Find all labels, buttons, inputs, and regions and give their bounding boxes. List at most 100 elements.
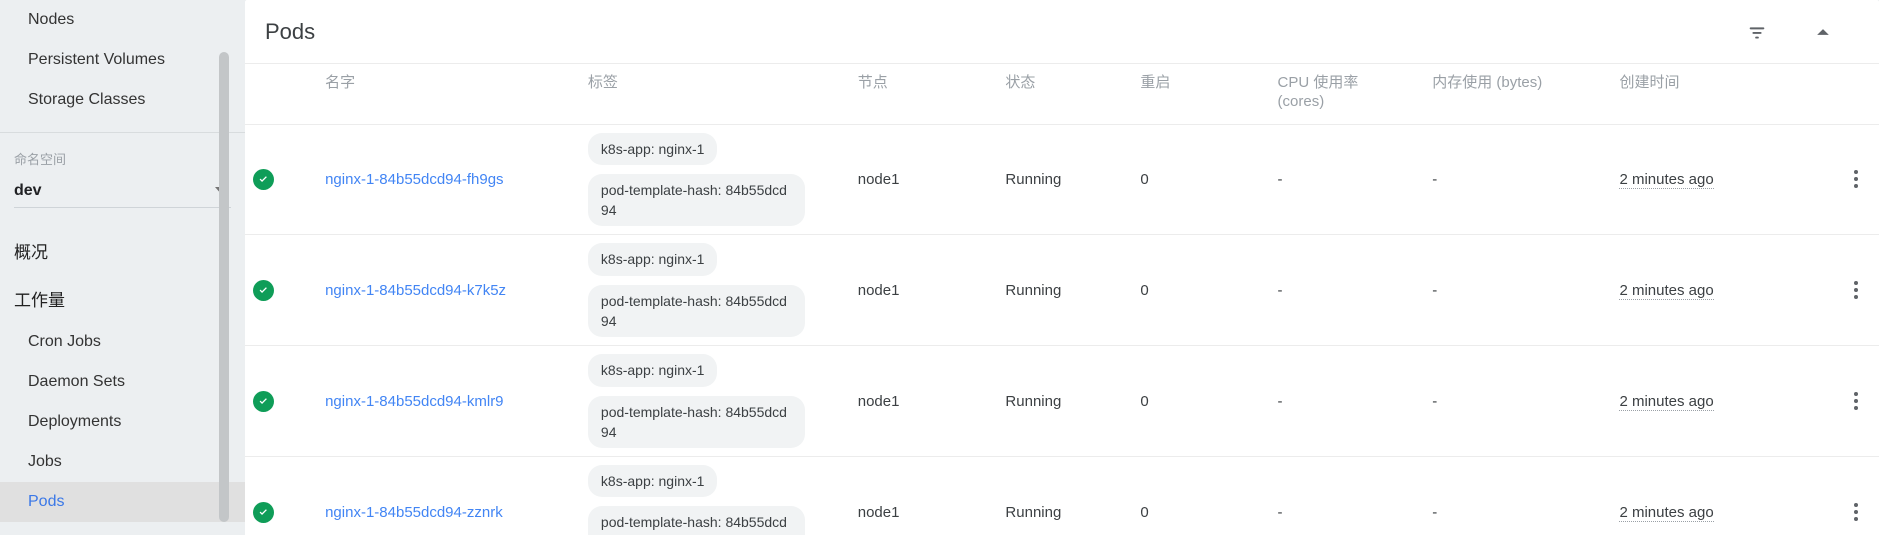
sidebar-workloads-list: Cron Jobs Daemon Sets Deployments Jobs Pods — [0, 322, 245, 522]
label-chip[interactable]: k8s-app: nginx-1 — [588, 243, 718, 275]
cell-node: node1 — [850, 457, 998, 535]
row-menu-icon[interactable] — [1841, 275, 1871, 305]
status-ok-icon — [253, 502, 274, 523]
created-timestamp[interactable]: 2 minutes ago — [1619, 282, 1713, 300]
label-chip[interactable]: pod-template-hash: 84b55dcd94 — [588, 396, 805, 449]
sidebar: Nodes Persistent Volumes Storage Classes 命… — [0, 0, 245, 535]
col-header-memory[interactable]: 内存使用 (bytes) — [1424, 64, 1611, 124]
sidebar-item-label: Deployments — [28, 413, 121, 431]
sidebar-item-jobs[interactable]: Jobs — [0, 442, 245, 482]
pod-name-link[interactable]: nginx-1-84b55dcd94-k7k5z — [325, 282, 506, 299]
cell-restarts: 0 — [1132, 457, 1269, 535]
cell-status: Running — [997, 346, 1132, 457]
cell-created: 2 minutes ago — [1611, 457, 1809, 535]
status-ok-icon — [253, 391, 274, 412]
col-header-restarts[interactable]: 重启 — [1132, 64, 1269, 124]
cell-pod-name: nginx-1-84b55dcd94-kmlr9 — [317, 346, 580, 457]
created-timestamp[interactable]: 2 minutes ago — [1619, 393, 1713, 411]
sidebar-item-nodes[interactable]: Nodes — [0, 0, 245, 40]
cell-pod-name: nginx-1-84b55dcd94-zznrk — [317, 457, 580, 535]
col-header-created[interactable]: 创建时间 — [1611, 64, 1809, 124]
status-ok-icon — [253, 280, 274, 301]
sidebar-item-label: Storage Classes — [28, 91, 145, 109]
sidebar-item-label: Jobs — [28, 453, 62, 471]
sidebar-item-pods[interactable]: Pods — [0, 482, 245, 522]
filter-list-icon[interactable] — [1741, 16, 1773, 48]
created-timestamp[interactable]: 2 minutes ago — [1619, 171, 1713, 189]
table-row[interactable]: nginx-1-84b55dcd94-kmlr9 k8s-app: nginx-1… — [245, 346, 1879, 457]
sidebar-item-storage-classes[interactable]: Storage Classes — [0, 80, 245, 120]
sidebar-item-label: Nodes — [28, 11, 74, 29]
pods-table-body: nginx-1-84b55dcd94-fh9gs k8s-app: nginx-1… — [245, 124, 1879, 535]
dot — [1854, 517, 1858, 521]
content-area: Pods — [245, 0, 1879, 535]
cell-node: node1 — [850, 346, 998, 457]
dot — [1854, 503, 1858, 507]
col-header-status-text[interactable]: 状态 — [997, 64, 1132, 124]
row-menu-icon[interactable] — [1841, 386, 1871, 416]
namespace-select[interactable]: dev — [14, 174, 231, 208]
cell-status-icon — [245, 457, 317, 535]
sidebar-item-deployments[interactable]: Deployments — [0, 402, 245, 442]
table-row[interactable]: nginx-1-84b55dcd94-k7k5z k8s-app: nginx-1… — [245, 235, 1879, 346]
label-chip-list: k8s-app: nginx-1 pod-template-hash: 84b55… — [588, 465, 842, 535]
row-menu-icon[interactable] — [1841, 497, 1871, 527]
col-header-cpu[interactable]: CPU 使用率 (cores) — [1270, 64, 1425, 124]
table-row[interactable]: nginx-1-84b55dcd94-fh9gs k8s-app: nginx-1… — [245, 124, 1879, 235]
sidebar-section-workloads[interactable]: 工作量 — [0, 274, 245, 322]
sidebar-scrollbar-thumb[interactable] — [219, 52, 229, 522]
sidebar-divider — [0, 132, 245, 133]
sidebar-scrollbar-track[interactable] — [227, 0, 237, 535]
sidebar-item-label: Daemon Sets — [28, 373, 125, 391]
page-title: Pods — [265, 19, 1741, 45]
dot — [1854, 281, 1858, 285]
sidebar-item-persistent-volumes[interactable]: Persistent Volumes — [0, 40, 245, 80]
label-chip[interactable]: k8s-app: nginx-1 — [588, 133, 718, 165]
cell-labels: k8s-app: nginx-1 pod-template-hash: 84b55… — [580, 457, 850, 535]
pods-table: 名字 标签 节点 状态 重启 CPU 使用率 (cores) 内存使用 (byt… — [245, 64, 1879, 535]
pods-table-wrapper: 名字 标签 节点 状态 重启 CPU 使用率 (cores) 内存使用 (byt… — [245, 64, 1879, 535]
sidebar-item-overview[interactable]: 概况 — [0, 226, 245, 274]
namespace-value: dev — [14, 182, 42, 200]
col-header-name[interactable]: 名字 — [317, 64, 580, 124]
col-header-status — [245, 64, 317, 124]
chevron-up-icon[interactable] — [1807, 16, 1839, 48]
created-timestamp[interactable]: 2 minutes ago — [1619, 504, 1713, 522]
dot — [1854, 184, 1858, 188]
sidebar-item-daemon-sets[interactable]: Daemon Sets — [0, 362, 245, 402]
label-chip[interactable]: pod-template-hash: 84b55dcd94 — [588, 506, 805, 535]
cell-node: node1 — [850, 124, 998, 235]
sidebar-item-cron-jobs[interactable]: Cron Jobs — [0, 322, 245, 362]
cell-memory: - — [1424, 457, 1611, 535]
cell-status: Running — [997, 457, 1132, 535]
label-chip[interactable]: pod-template-hash: 84b55dcd94 — [588, 285, 805, 338]
pod-name-link[interactable]: nginx-1-84b55dcd94-fh9gs — [325, 171, 503, 188]
namespace-label: 命名空间 — [0, 149, 245, 168]
pod-name-link[interactable]: nginx-1-84b55dcd94-zznrk — [325, 504, 503, 521]
col-header-labels[interactable]: 标签 — [580, 64, 850, 124]
pods-card-header: Pods — [245, 0, 1879, 64]
pod-name-link[interactable]: nginx-1-84b55dcd94-kmlr9 — [325, 393, 503, 410]
dot — [1854, 288, 1858, 292]
label-chip[interactable]: pod-template-hash: 84b55dcd94 — [588, 174, 805, 227]
row-menu-icon[interactable] — [1841, 164, 1871, 194]
cell-created: 2 minutes ago — [1611, 124, 1809, 235]
cell-status: Running — [997, 124, 1132, 235]
pods-card: Pods — [245, 0, 1879, 535]
dot — [1854, 399, 1858, 403]
cell-actions — [1809, 457, 1879, 535]
col-header-node[interactable]: 节点 — [850, 64, 998, 124]
table-row[interactable]: nginx-1-84b55dcd94-zznrk k8s-app: nginx-1… — [245, 457, 1879, 535]
status-ok-icon — [253, 169, 274, 190]
label-chip[interactable]: k8s-app: nginx-1 — [588, 354, 718, 386]
card-header-actions — [1741, 16, 1859, 48]
cell-status: Running — [997, 235, 1132, 346]
dot — [1854, 406, 1858, 410]
cell-cpu: - — [1270, 346, 1425, 457]
table-header-row: 名字 标签 节点 状态 重启 CPU 使用率 (cores) 内存使用 (byt… — [245, 64, 1879, 124]
dot — [1854, 295, 1858, 299]
sidebar-item-label: Cron Jobs — [28, 333, 101, 351]
cell-cpu: - — [1270, 235, 1425, 346]
cell-created: 2 minutes ago — [1611, 235, 1809, 346]
label-chip[interactable]: k8s-app: nginx-1 — [588, 465, 718, 497]
